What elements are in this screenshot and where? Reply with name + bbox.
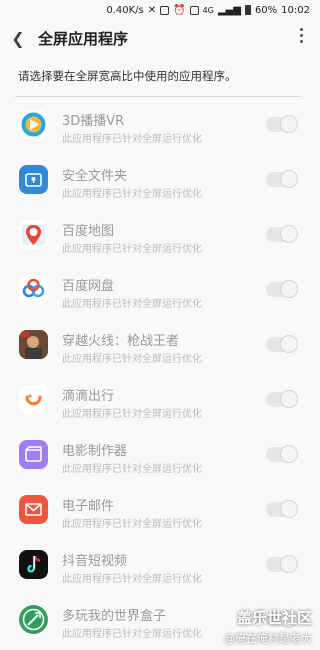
list-item[interactable]: 滴滴出行 此应用程序已针对全屏运行优化 [0, 372, 316, 427]
fullscreen-toggle[interactable] [266, 555, 298, 573]
movie-maker-icon [19, 440, 48, 469]
watermark-author: @俺在俺村是老大 [224, 632, 312, 645]
app-name: 安全文件夹 [62, 169, 128, 184]
app-name: 3D播播VR [62, 114, 125, 129]
app-name: 电子邮件 [62, 499, 115, 514]
list-item[interactable]: 电影制作器 此应用程序已针对全屏运行优化 [0, 427, 316, 482]
app-subtitle: 此应用程序已针对全屏运行优化 [62, 629, 202, 640]
notification-icon [160, 5, 170, 15]
status-bar: 0.40K/s ✕ ⏰ 4G ▂▄▆ 60% 10:02 [0, 0, 316, 20]
app-name: 滴滴出行 [62, 389, 115, 404]
email-icon [19, 495, 48, 524]
alarm-icon: ⏰ [173, 4, 186, 16]
network-type: 4G [202, 5, 214, 15]
app-subtitle: 此应用程序已针对全屏运行优化 [62, 464, 202, 475]
app-subtitle: 此应用程序已针对全屏运行优化 [62, 299, 202, 310]
minecraft-box-icon [19, 605, 48, 634]
app-subtitle: 此应用程序已针对全屏运行优化 [62, 134, 202, 145]
app-subtitle: 此应用程序已针对全屏运行优化 [62, 409, 202, 420]
list-item[interactable]: 3D播播VR 此应用程序已针对全屏运行优化 [0, 97, 316, 152]
app-name: 抖音短视频 [62, 554, 128, 569]
app-bar: ❮ 全屏应用程序 [0, 20, 316, 56]
description-text: 请选择要在全屏宽高比中使用的应用程序。 [18, 69, 237, 83]
image-icon [189, 5, 199, 15]
fullscreen-toggle[interactable] [266, 500, 298, 518]
app-name: 多玩我的世界盒子 [62, 609, 167, 624]
network-speed: 0.40K/s [106, 4, 144, 16]
baidu-netdisk-icon [19, 275, 48, 304]
list-item[interactable]: 百度地图 此应用程序已针对全屏运行优化 [0, 207, 316, 262]
list-item[interactable]: 穿越火线：枪战王者 此应用程序已针对全屏运行优化 [0, 317, 316, 372]
back-arrow-icon: ❮ [11, 28, 25, 48]
crossfire-icon [19, 330, 48, 359]
secure-folder-icon [19, 165, 48, 194]
app-subtitle: 此应用程序已针对全屏运行优化 [62, 189, 202, 200]
fullscreen-toggle[interactable] [266, 280, 298, 298]
list-item[interactable]: 抖音短视频 此应用程序已针对全屏运行优化 [0, 537, 316, 592]
app-list: 3D播播VR 此应用程序已针对全屏运行优化 安全文件夹 此应用程序已针对全屏运行… [0, 97, 316, 647]
watermark-title: 盖乐世社区 [236, 609, 312, 627]
3d-player-icon [19, 110, 48, 139]
fullscreen-toggle[interactable] [266, 445, 298, 463]
list-item[interactable]: 电子邮件 此应用程序已针对全屏运行优化 [0, 482, 316, 537]
list-item[interactable]: 安全文件夹 此应用程序已针对全屏运行优化 [0, 152, 316, 207]
app-name: 百度地图 [62, 224, 115, 239]
douyin-icon [19, 550, 48, 579]
fullscreen-toggle[interactable] [266, 390, 298, 408]
page-title: 全屏应用程序 [38, 29, 129, 48]
fullscreen-toggle[interactable] [266, 115, 298, 133]
fullscreen-toggle[interactable] [266, 335, 298, 353]
baidu-map-icon [19, 220, 48, 249]
app-subtitle: 此应用程序已针对全屏运行优化 [62, 244, 202, 255]
watermark: 盖乐世社区 @俺在俺村是老大 [224, 607, 312, 646]
app-name: 电影制作器 [62, 444, 128, 459]
app-subtitle: 此应用程序已针对全屏运行优化 [62, 519, 202, 530]
didi-icon [19, 385, 48, 414]
back-button[interactable]: ❮ [0, 29, 36, 48]
clock: 10:02 [281, 4, 310, 16]
battery-level: 60% [254, 4, 278, 16]
more-options-icon[interactable] [298, 28, 304, 43]
list-item[interactable]: 百度网盘 此应用程序已针对全屏运行优化 [0, 262, 316, 317]
app-subtitle: 此应用程序已针对全屏运行优化 [62, 354, 202, 365]
mute-icon: ✕ [147, 4, 157, 16]
app-name: 百度网盘 [62, 279, 115, 294]
fullscreen-toggle[interactable] [266, 170, 298, 188]
signal-icon: ▂▄▆ [217, 4, 241, 16]
app-name: 穿越火线：枪战王者 [62, 334, 180, 349]
app-subtitle: 此应用程序已针对全屏运行优化 [62, 574, 202, 585]
battery-icon [244, 5, 251, 15]
fullscreen-toggle[interactable] [266, 225, 298, 243]
